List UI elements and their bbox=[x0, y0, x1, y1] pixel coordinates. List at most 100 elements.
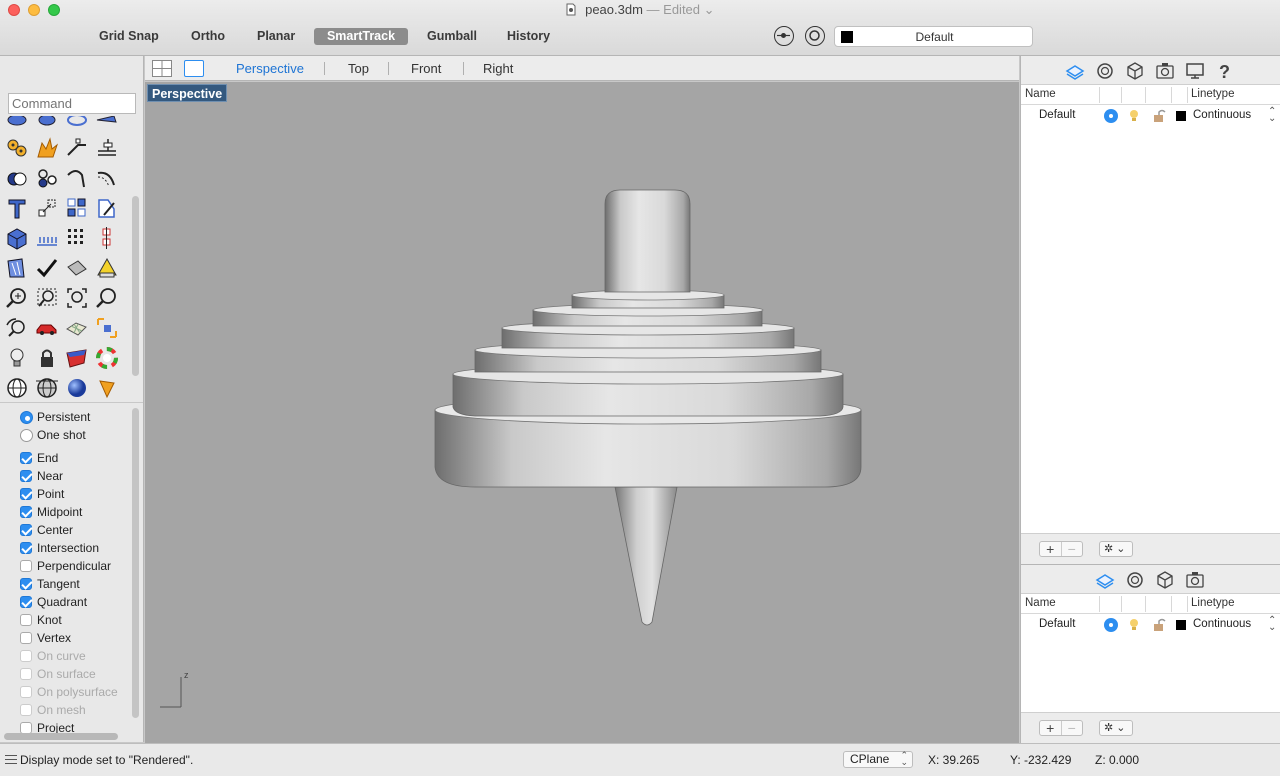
snap-checkbox[interactable] bbox=[20, 470, 32, 482]
snap-checkbox[interactable] bbox=[20, 614, 32, 626]
gumball-button[interactable]: Gumball bbox=[421, 28, 483, 45]
camera-icon[interactable] bbox=[1184, 569, 1206, 591]
snap-checkbox[interactable] bbox=[20, 506, 32, 518]
grid-snap-button[interactable]: Grid Snap bbox=[93, 28, 165, 45]
four-viewports-icon[interactable] bbox=[152, 60, 172, 77]
layer-options-button[interactable]: ✲ ⌄ bbox=[1099, 720, 1133, 736]
add-layer-button[interactable]: + bbox=[1040, 542, 1061, 556]
ortho-button[interactable]: Ortho bbox=[185, 28, 231, 45]
smarttrack-button[interactable]: SmartTrack bbox=[314, 28, 408, 45]
layer-color-swatch[interactable] bbox=[1176, 111, 1186, 121]
gears-icon[interactable] bbox=[4, 135, 30, 161]
torus-icon[interactable] bbox=[34, 116, 60, 128]
snap-checkbox[interactable] bbox=[20, 578, 32, 590]
snap-end[interactable]: End bbox=[20, 449, 58, 467]
lightbulb-icon[interactable] bbox=[1128, 618, 1140, 632]
osnap-scrollbar[interactable] bbox=[132, 408, 139, 718]
zoom-selected-icon[interactable] bbox=[94, 285, 120, 311]
record-history-icon[interactable] bbox=[805, 26, 825, 46]
globe-icon[interactable] bbox=[4, 375, 30, 400]
snap-checkbox[interactable] bbox=[20, 632, 32, 644]
layer-options-button[interactable]: ✲ ⌄ bbox=[1099, 541, 1133, 557]
osnap-toggle-icon[interactable] bbox=[774, 26, 794, 46]
layer-linetype[interactable]: Continuous bbox=[1193, 109, 1251, 121]
check-icon[interactable] bbox=[34, 255, 60, 281]
single-viewport-icon[interactable] bbox=[184, 60, 204, 77]
snap-knot[interactable]: Knot bbox=[20, 611, 62, 629]
add-layer-button[interactable]: + bbox=[1040, 721, 1061, 735]
current-layer-indicator[interactable] bbox=[1104, 109, 1118, 123]
light-icon[interactable] bbox=[4, 345, 30, 371]
persistent-radio[interactable] bbox=[20, 410, 33, 424]
pipe-icon[interactable] bbox=[64, 116, 90, 128]
car-icon[interactable] bbox=[34, 315, 60, 341]
array-icon[interactable] bbox=[64, 195, 90, 221]
history-button[interactable]: History bbox=[501, 28, 556, 45]
spinning-top-model[interactable] bbox=[145, 82, 1019, 743]
zoom-extents-icon[interactable] bbox=[64, 285, 90, 311]
snap-perpendicular[interactable]: Perpendicular bbox=[20, 557, 111, 575]
lock-icon[interactable] bbox=[34, 345, 60, 371]
snap-checkbox[interactable] bbox=[20, 542, 32, 554]
snap-intersection[interactable]: Intersection bbox=[20, 539, 99, 557]
tab-top[interactable]: Top bbox=[348, 61, 369, 76]
command-input[interactable] bbox=[8, 93, 136, 114]
display-icon[interactable] bbox=[1184, 60, 1206, 82]
snap-center[interactable]: Center bbox=[20, 521, 73, 539]
group-icon[interactable] bbox=[34, 165, 60, 191]
snap-mode-one-shot[interactable]: One shot bbox=[20, 426, 86, 444]
surface-edit-icon[interactable] bbox=[94, 116, 120, 128]
object-icon[interactable] bbox=[1124, 60, 1146, 82]
current-layer-select[interactable]: Default bbox=[834, 26, 1033, 47]
snap-midpoint[interactable]: Midpoint bbox=[20, 503, 82, 521]
header-linetype[interactable]: Linetype bbox=[1191, 597, 1234, 609]
header-name[interactable]: Name bbox=[1025, 597, 1056, 609]
curve-edit-icon[interactable] bbox=[64, 165, 90, 191]
layer-color-swatch[interactable] bbox=[1176, 620, 1186, 630]
snap-mode-persistent[interactable]: Persistent bbox=[20, 408, 90, 426]
unlock-icon[interactable] bbox=[1152, 618, 1166, 632]
render-mesh-icon[interactable] bbox=[64, 315, 90, 341]
zoom-window-icon[interactable] bbox=[34, 285, 60, 311]
command-history-icon[interactable] bbox=[5, 755, 17, 764]
layers-icon[interactable] bbox=[1094, 569, 1116, 591]
material-icon[interactable] bbox=[64, 345, 90, 371]
layer-row[interactable]: Default Continuous ⌃ ⌄ bbox=[1021, 106, 1280, 126]
snap-point[interactable]: Point bbox=[20, 485, 64, 503]
cone-icon[interactable] bbox=[94, 375, 120, 400]
edit-points-icon[interactable] bbox=[64, 135, 90, 161]
lightbulb-icon[interactable] bbox=[1128, 109, 1140, 123]
planar-button[interactable]: Planar bbox=[251, 28, 301, 45]
cplane-select[interactable]: CPlane ⌃ ⌄ bbox=[843, 751, 913, 768]
zoom-icon[interactable] bbox=[4, 285, 30, 311]
text-icon[interactable] bbox=[4, 195, 30, 221]
remove-layer-button[interactable]: − bbox=[1060, 542, 1083, 556]
tab-right[interactable]: Right bbox=[483, 61, 513, 76]
camera-icon[interactable] bbox=[1154, 60, 1176, 82]
snapshot-icon[interactable] bbox=[94, 315, 120, 341]
rotate-view-icon[interactable] bbox=[4, 315, 30, 341]
analyze-icon[interactable] bbox=[4, 255, 30, 281]
tab-front[interactable]: Front bbox=[411, 61, 441, 76]
snap-checkbox[interactable] bbox=[20, 488, 32, 500]
snap-project[interactable]: Project bbox=[20, 719, 74, 734]
snap-checkbox[interactable] bbox=[20, 560, 32, 572]
unlock-icon[interactable] bbox=[1152, 109, 1166, 123]
dimension-icon[interactable] bbox=[94, 135, 120, 161]
header-name[interactable]: Name bbox=[1025, 88, 1056, 100]
snap-vertex[interactable]: Vertex bbox=[20, 629, 71, 647]
current-layer-indicator[interactable] bbox=[1104, 618, 1118, 632]
tab-perspective[interactable]: Perspective bbox=[236, 61, 304, 76]
snap-checkbox[interactable] bbox=[20, 452, 32, 464]
transform-icon[interactable] bbox=[94, 195, 120, 221]
object-icon[interactable] bbox=[1154, 569, 1176, 591]
snap-checkbox[interactable] bbox=[20, 524, 32, 536]
fillet-curve-icon[interactable] bbox=[94, 165, 120, 191]
tool-palette-scrollbar[interactable] bbox=[132, 196, 139, 376]
layers-icon[interactable] bbox=[1064, 60, 1086, 82]
perspective-viewport[interactable]: Perspective z bbox=[145, 82, 1019, 743]
globe-grid-icon[interactable] bbox=[34, 375, 60, 400]
one-shot-radio[interactable] bbox=[20, 428, 33, 442]
sphere-icon[interactable] bbox=[64, 375, 90, 400]
left-horizontal-scrollbar[interactable] bbox=[4, 733, 118, 740]
